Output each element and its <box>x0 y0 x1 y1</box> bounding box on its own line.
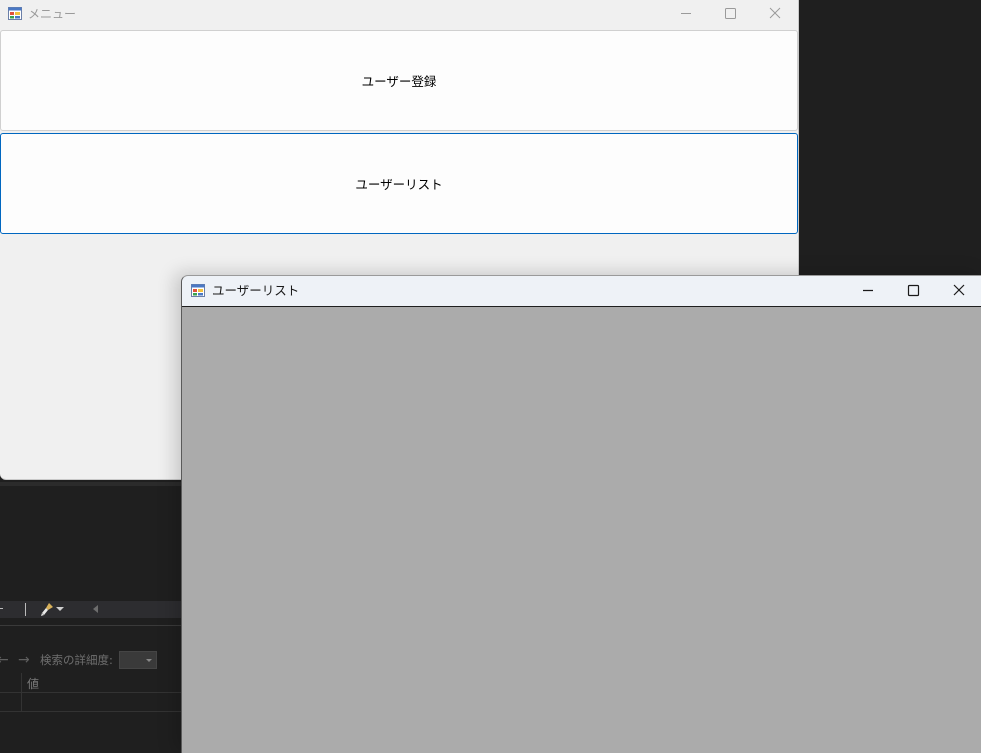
clear-brush-icon[interactable] <box>39 601 55 617</box>
search-detail-combo[interactable] <box>119 651 157 669</box>
toolbar-fragment <box>0 608 3 609</box>
button-label: ユーザー登録 <box>361 74 437 89</box>
scroll-left-icon[interactable] <box>93 605 98 613</box>
winforms-app-icon <box>8 7 22 20</box>
ide-panel-splitter[interactable] <box>0 482 182 486</box>
maximize-icon[interactable] <box>708 0 752 28</box>
divider <box>0 625 182 626</box>
minimize-icon[interactable] <box>664 0 708 28</box>
arrow-right-icon[interactable]: → <box>18 650 30 670</box>
ide-search-bar: ← → 検索の詳細度: <box>0 650 182 670</box>
toolbar-separator <box>25 603 26 616</box>
search-detail-label: 検索の詳細度: <box>40 653 113 667</box>
maximize-icon[interactable] <box>891 277 935 305</box>
property-grid-header: 値 <box>0 673 182 712</box>
window-title: ユーザーリスト <box>212 283 300 298</box>
menu-titlebar[interactable]: メニュー <box>0 0 798 28</box>
user-list-window: ユーザーリスト <box>181 275 981 753</box>
close-icon[interactable] <box>753 0 797 28</box>
chevron-down-icon <box>146 659 152 662</box>
divider <box>0 711 182 712</box>
column-divider <box>21 673 22 712</box>
ide-properties-toolbar <box>0 601 182 618</box>
chevron-down-icon[interactable] <box>56 607 64 611</box>
close-icon[interactable] <box>937 277 981 305</box>
user-list-client-area[interactable] <box>182 307 981 753</box>
user-list-button[interactable]: ユーザーリスト <box>0 133 798 234</box>
user-list-titlebar[interactable]: ユーザーリスト <box>182 276 981 307</box>
user-register-button[interactable]: ユーザー登録 <box>0 30 798 131</box>
minimize-icon[interactable] <box>846 277 890 305</box>
arrow-left-icon[interactable]: ← <box>0 650 9 670</box>
button-label: ユーザーリスト <box>355 177 443 192</box>
winforms-app-icon <box>191 284 205 297</box>
window-title: メニュー <box>28 7 77 21</box>
column-header-value[interactable]: 値 <box>27 675 39 692</box>
